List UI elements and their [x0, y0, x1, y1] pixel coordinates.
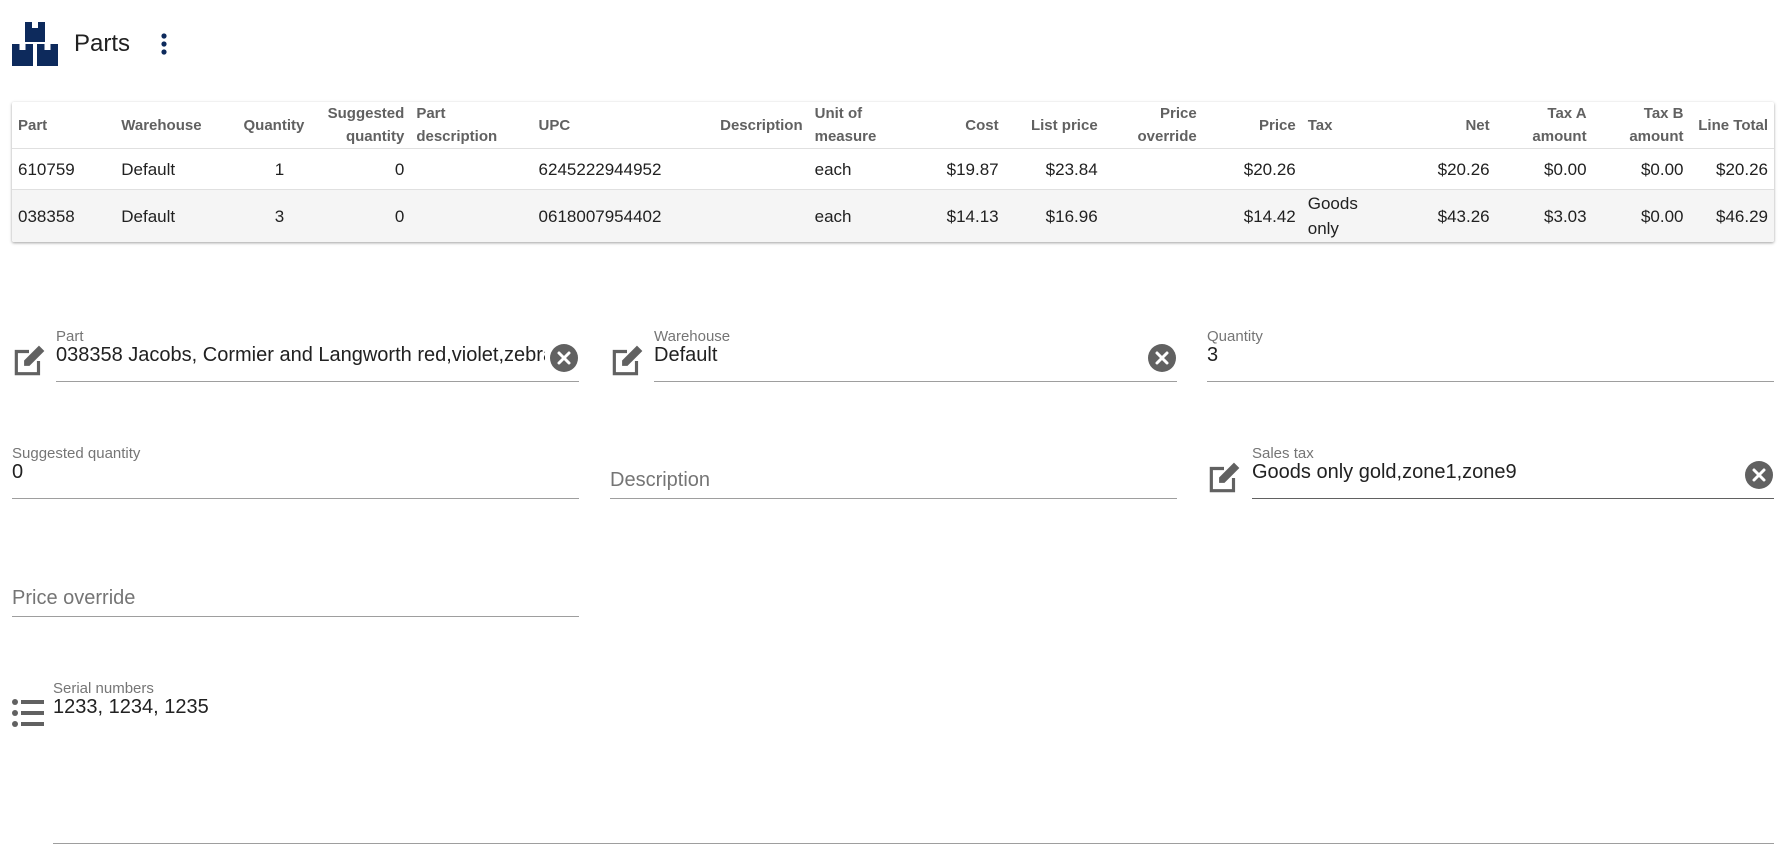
quantity-field[interactable]: Quantity 3 — [1207, 328, 1774, 382]
parts-table: Part Warehouse Quantity Suggested quantity P… — [12, 102, 1774, 242]
column-header[interactable]: Quantity — [237, 102, 304, 149]
table-cell: $23.84 — [1004, 148, 1104, 190]
column-header[interactable]: Unit of measure — [808, 102, 906, 149]
description-placeholder: Description — [610, 469, 711, 491]
table-header-row: Part Warehouse Quantity Suggested quantity P… — [12, 102, 1774, 149]
column-header[interactable]: Part description — [410, 102, 533, 149]
part-field[interactable]: Part 038358 Jacobs, Cormier and Langwort… — [56, 328, 579, 382]
table-cell: $46.29 — [1689, 189, 1774, 242]
table-cell: Goods only — [1301, 189, 1387, 242]
table-cell: $0.00 — [1592, 189, 1690, 242]
column-header[interactable]: Warehouse — [115, 102, 238, 149]
table-cell: 0 — [290, 148, 411, 190]
cancel-circle-icon[interactable] — [1147, 343, 1177, 373]
table-cell: $0.00 — [1495, 148, 1593, 190]
suggested-quantity-input[interactable]: 0 — [12, 461, 545, 484]
table-cell: 0 — [290, 189, 411, 242]
table-cell — [688, 189, 809, 242]
column-header[interactable]: Cost — [905, 102, 1005, 149]
quantity-input[interactable]: 3 — [1207, 344, 1740, 367]
table-cell — [410, 148, 533, 190]
description-field[interactable]: Description — [610, 445, 1177, 499]
column-header[interactable]: Line Total — [1689, 102, 1774, 149]
table-cell: 610759 — [12, 148, 116, 190]
warehouse-field[interactable]: Warehouse Default — [654, 328, 1177, 382]
table-cell: 1 — [237, 148, 291, 190]
table-cell: 6245222944952 — [532, 148, 689, 190]
serial-numbers-field[interactable]: Serial numbers 1233, 1234, 1235 — [53, 680, 1774, 844]
column-header[interactable]: Tax — [1301, 102, 1387, 149]
warehouse-input[interactable]: Default — [654, 344, 1143, 367]
page-title: Parts — [74, 30, 131, 57]
table-cell: $20.26 — [1386, 148, 1496, 190]
table-row[interactable]: 610759 Default 1 0 6245222944952 each $19.87 $2… — [12, 148, 1774, 190]
table-cell — [1301, 148, 1387, 190]
cancel-circle-icon[interactable] — [1744, 460, 1774, 490]
sales-tax-field[interactable]: Sales tax Goods only gold,zone1,zone9 — [1252, 445, 1774, 499]
table-cell: each — [808, 148, 906, 190]
column-header[interactable]: List price — [1004, 102, 1104, 149]
table-cell: Default — [115, 148, 238, 190]
suggested-quantity-field[interactable]: Suggested quantity 0 — [12, 445, 579, 499]
cancel-circle-icon[interactable] — [549, 343, 579, 373]
table-cell: $20.26 — [1689, 148, 1774, 190]
column-header[interactable]: UPC — [532, 102, 689, 149]
table-cell: 3 — [237, 189, 291, 242]
table-cell: $19.87 — [905, 148, 1005, 190]
boxes-logo-icon — [12, 22, 58, 66]
table-cell: 0618007954402 — [532, 189, 689, 242]
table-cell: $14.13 — [905, 189, 1005, 242]
column-header[interactable]: Net — [1386, 102, 1496, 149]
price-override-field[interactable]: Price override — [12, 563, 579, 617]
edit-icon[interactable] — [608, 342, 646, 380]
table-cell — [688, 148, 809, 190]
price-override-placeholder: Price override — [12, 587, 136, 609]
part-input[interactable]: 038358 Jacobs, Cormier and Langworth red… — [56, 344, 545, 367]
column-header[interactable]: Tax A amount — [1495, 102, 1593, 149]
table-cell: $43.26 — [1386, 189, 1496, 242]
serial-numbers-input[interactable]: 1233, 1234, 1235 — [53, 696, 1740, 719]
column-header[interactable]: Suggested quantity — [290, 102, 411, 149]
table-cell: Default — [115, 189, 238, 242]
list-icon — [12, 699, 44, 727]
sales-tax-input[interactable]: Goods only gold,zone1,zone9 — [1252, 461, 1740, 484]
column-header[interactable]: Description — [688, 102, 809, 149]
edit-icon[interactable] — [1205, 459, 1243, 497]
column-header[interactable]: Tax B amount — [1592, 102, 1690, 149]
column-header[interactable]: Part — [12, 102, 116, 149]
table-cell: $0.00 — [1592, 148, 1690, 190]
more-menu-button[interactable] — [152, 29, 176, 59]
more-vert-icon — [161, 33, 167, 55]
table-cell: $14.42 — [1202, 189, 1302, 242]
column-header[interactable]: Price override — [1103, 102, 1203, 149]
parts-page: Parts Part Warehouse Quantity Suggested qua… — [0, 0, 1784, 868]
table-cell — [1103, 189, 1203, 242]
column-header[interactable]: Price — [1202, 102, 1302, 149]
table-cell: 038358 — [12, 189, 116, 242]
table-cell: $20.26 — [1202, 148, 1302, 190]
table-cell — [410, 189, 533, 242]
table-cell: each — [808, 189, 906, 242]
page-header: Parts — [12, 22, 176, 66]
table-cell: $16.96 — [1004, 189, 1104, 242]
table-cell: $3.03 — [1495, 189, 1593, 242]
table-cell — [1103, 148, 1203, 190]
edit-icon[interactable] — [10, 342, 48, 380]
table-row[interactable]: 038358 Default 3 0 0618007954402 each $14.13 $1… — [12, 189, 1774, 242]
